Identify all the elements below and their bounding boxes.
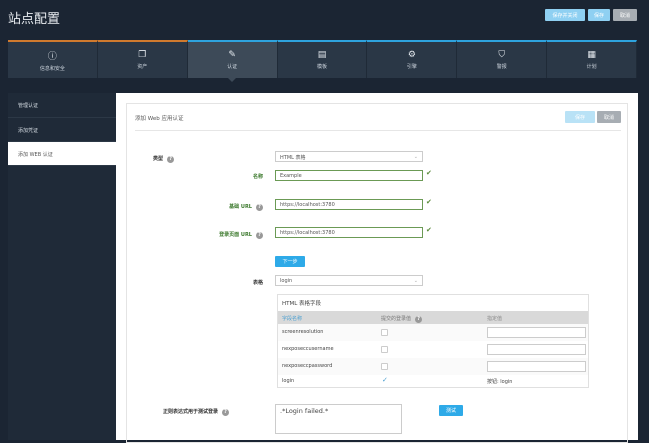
- sidebar: 管理认证 添加凭证 添加 WEB 认证: [8, 93, 116, 440]
- sidebar-item-manage-auth[interactable]: 管理认证: [8, 93, 116, 118]
- html-form-fields-table: HTML 表格字段 字段名称 提交的登录值? 指定值 screenresolut…: [277, 294, 589, 388]
- tab-label: 警报: [497, 63, 507, 70]
- table-row: login ✓ 按钮: login: [278, 373, 588, 390]
- valid-check-icon: ✔: [426, 226, 432, 234]
- tab-label: 信息和安全: [40, 65, 65, 72]
- name-input[interactable]: Example: [275, 170, 423, 181]
- page-title: 站点配置: [8, 8, 60, 27]
- engine-icon: ⚙: [408, 50, 416, 60]
- table-row: nexposeccusername: [278, 341, 588, 358]
- value-input[interactable]: [487, 361, 586, 372]
- config-tabs: ⓘ 信息和安全 ❐ 资产 ✎ 认证 ▤ 模板 ⚙ 引擎 ⛉ 警报 ▦ 计划: [8, 40, 637, 78]
- column-header: 提交的登录值?: [381, 315, 422, 323]
- field-name: login: [282, 378, 294, 384]
- chevron-down-icon: ⌄: [414, 154, 418, 160]
- select-value: login: [280, 278, 292, 284]
- field-name: nexposeccusername: [282, 346, 334, 352]
- checkbox[interactable]: [381, 329, 388, 336]
- help-icon[interactable]: ?: [167, 156, 174, 163]
- table-row: screenresolution: [278, 324, 588, 341]
- tab-assets[interactable]: ❐ 资产: [98, 40, 188, 78]
- value-input[interactable]: [487, 344, 586, 355]
- save-button[interactable]: 保存: [588, 9, 610, 21]
- select-value: HTML 表格: [280, 155, 306, 161]
- tab-label: 模板: [317, 63, 327, 70]
- valid-check-icon: ✔: [426, 169, 432, 177]
- label-text: 类型: [153, 156, 163, 162]
- column-header: 字段名称: [282, 315, 302, 322]
- base-url-input[interactable]: https://localhost:3780: [275, 199, 423, 210]
- regex-label: 正则表达式用于测试登录?: [147, 408, 229, 416]
- next-button[interactable]: 下一步: [275, 256, 305, 267]
- field-name: nexposeccpassword: [282, 363, 332, 369]
- tab-label: 资产: [137, 63, 147, 70]
- web-auth-panel: 添加 Web 应用认证 保存 取消 类型? HTML 表格 ⌄ 名称 Exampl…: [126, 103, 628, 443]
- tab-schedule[interactable]: ▦ 计划: [547, 40, 637, 78]
- cancel-button[interactable]: 取消: [613, 9, 637, 21]
- calendar-icon: ▦: [587, 50, 596, 60]
- info-icon: ⓘ: [48, 49, 57, 62]
- checkbox[interactable]: [381, 363, 388, 370]
- test-button[interactable]: 测试: [439, 405, 463, 416]
- help-icon[interactable]: ?: [256, 204, 263, 211]
- login-url-label: 登录页面 URL?: [177, 231, 263, 239]
- form-label: 表格: [237, 279, 263, 286]
- sidebar-item-add-credential[interactable]: 添加凭证: [8, 118, 116, 142]
- panel-title: 添加 Web 应用认证: [135, 114, 184, 122]
- save-and-close-button[interactable]: 保存并关闭: [545, 9, 585, 21]
- table-header: 字段名称 提交的登录值? 指定值: [278, 311, 588, 324]
- column-header-text: 提交的登录值: [381, 316, 411, 322]
- assets-icon: ❐: [138, 50, 146, 60]
- help-icon[interactable]: ?: [222, 409, 229, 416]
- tab-alerts[interactable]: ⛉ 警报: [457, 40, 547, 78]
- tab-authentication[interactable]: ✎ 认证: [188, 40, 278, 78]
- tab-label: 计划: [587, 63, 597, 70]
- checkmark-icon[interactable]: ✓: [382, 376, 388, 384]
- auth-icon: ✎: [228, 50, 236, 60]
- checkbox[interactable]: [381, 346, 388, 353]
- panel-cancel-button[interactable]: 取消: [597, 111, 621, 123]
- panel-save-button[interactable]: 保存: [565, 111, 595, 123]
- help-icon[interactable]: ?: [415, 316, 422, 323]
- column-header: 指定值: [487, 315, 502, 322]
- regex-textarea[interactable]: .*Login failed.*: [275, 404, 402, 434]
- chevron-down-icon: ⌄: [414, 278, 418, 284]
- type-label: 类型?: [153, 155, 174, 163]
- label-text: 正则表达式用于测试登录: [163, 409, 218, 415]
- help-icon[interactable]: ?: [256, 232, 263, 239]
- value-input[interactable]: [487, 327, 586, 338]
- sidebar-item-add-web-auth[interactable]: 添加 WEB 认证: [8, 142, 116, 166]
- divider: [135, 130, 621, 131]
- tab-label: 引擎: [407, 63, 417, 70]
- base-url-label: 基础 URL?: [187, 203, 263, 211]
- login-url-input[interactable]: https://localhost:3780: [275, 227, 423, 238]
- tab-engines[interactable]: ⚙ 引擎: [367, 40, 457, 78]
- type-select[interactable]: HTML 表格 ⌄: [275, 151, 423, 162]
- template-icon: ▤: [318, 50, 327, 60]
- name-label: 名称: [223, 173, 263, 180]
- valid-check-icon: ✔: [426, 198, 432, 206]
- field-value: 按钮: login: [487, 378, 512, 385]
- alert-shield-icon: ⛉: [498, 50, 505, 60]
- field-name: screenresolution: [282, 329, 323, 335]
- tab-info-security[interactable]: ⓘ 信息和安全: [8, 40, 98, 78]
- table-title: HTML 表格字段: [278, 295, 588, 312]
- main-content: 添加 Web 应用认证 保存 取消 类型? HTML 表格 ⌄ 名称 Exampl…: [116, 93, 638, 440]
- tab-templates[interactable]: ▤ 模板: [278, 40, 368, 78]
- label-text: 登录页面 URL: [219, 232, 252, 238]
- form-select[interactable]: login ⌄: [275, 275, 423, 286]
- tab-label: 认证: [227, 63, 237, 70]
- label-text: 基础 URL: [229, 204, 252, 210]
